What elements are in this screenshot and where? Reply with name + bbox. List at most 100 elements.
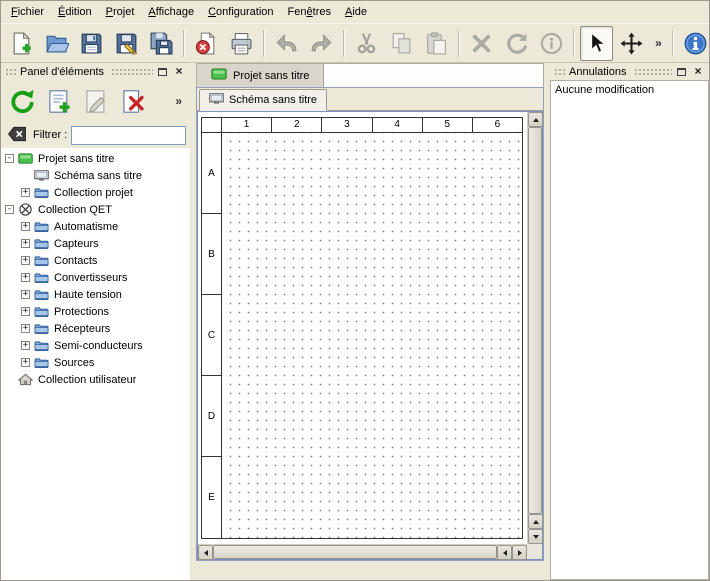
rotate-button[interactable]: [500, 26, 533, 61]
delete-element-button[interactable]: [116, 84, 150, 118]
tree-item-semi-conducteurs[interactable]: +Semi-conducteurs: [1, 337, 190, 354]
toolbar-extension-button[interactable]: »: [650, 26, 667, 61]
scroll-up-button[interactable]: [528, 514, 543, 529]
arrow-left-icon: [503, 550, 507, 556]
scroll-right-button[interactable]: [512, 545, 527, 560]
scroll-up-button[interactable]: [528, 112, 543, 127]
save-all-button[interactable]: [145, 26, 178, 61]
tree-item-label: Collection utilisateur: [38, 374, 136, 386]
about-button[interactable]: [679, 26, 710, 61]
tree-item-label: Capteurs: [54, 238, 99, 250]
tree-item-contacts[interactable]: +Contacts: [1, 252, 190, 269]
info-gray-icon: [539, 31, 564, 56]
menu-fenetres[interactable]: Fenêtres: [281, 3, 338, 21]
vertical-scrollbar[interactable]: [527, 112, 542, 544]
expander-plus-icon[interactable]: +: [21, 341, 30, 350]
dock-buttons: ×: [672, 64, 706, 79]
tree-item-sources[interactable]: +Sources: [1, 354, 190, 371]
tree-item-haute-tension[interactable]: + Haute tension: [1, 286, 190, 303]
folder-icon: [34, 186, 50, 199]
horizontal-scrollbar-thumb[interactable]: [213, 545, 497, 559]
tree-item-label: Schéma sans titre: [54, 170, 142, 182]
column-label: 1: [222, 118, 272, 132]
float-button[interactable]: [673, 64, 689, 79]
diagram-canvas[interactable]: 123456 ABCDE: [198, 112, 527, 544]
tree-item-label: Haute tension: [54, 289, 122, 301]
new-file-button[interactable]: [5, 26, 38, 61]
new-element-icon: [46, 88, 73, 115]
dock-handle[interactable]: [4, 67, 16, 77]
select-arrow-icon: [584, 31, 609, 56]
vertical-scrollbar-thumb[interactable]: [528, 127, 542, 514]
schema-tab-label: Schéma sans titre: [229, 94, 317, 106]
expander-plus-icon[interactable]: +: [21, 239, 30, 248]
expander-plus-icon[interactable]: +: [21, 307, 30, 316]
tree-item-projet-sans-titre[interactable]: -Projet sans titre: [1, 150, 190, 167]
schema-tab[interactable]: Schéma sans titre: [199, 89, 327, 111]
expander-plus-icon[interactable]: +: [21, 256, 30, 265]
grid-area[interactable]: [222, 133, 522, 538]
new-element-button[interactable]: [42, 84, 76, 118]
close-button[interactable]: ×: [171, 64, 187, 79]
tree-item-convertisseurs[interactable]: +Convertisseurs: [1, 269, 190, 286]
element-infos-button[interactable]: [535, 26, 568, 61]
tree-item-schema-sans-titre[interactable]: Schéma sans titre: [1, 167, 190, 184]
mdi-area: Projet sans titre Schéma sans titre: [196, 63, 544, 580]
copy-button[interactable]: [385, 26, 418, 61]
tree-item-automatisme[interactable]: +Automatisme: [1, 218, 190, 235]
delete-icon: [469, 31, 494, 56]
expander-plus-icon[interactable]: +: [21, 188, 30, 197]
panel-toolbar-extension[interactable]: »: [171, 94, 186, 108]
expander-plus-icon[interactable]: +: [21, 273, 30, 282]
undo-button[interactable]: [270, 26, 303, 61]
cut-button[interactable]: [350, 26, 383, 61]
close-file-button[interactable]: [190, 26, 223, 61]
tree-item-collection-projet[interactable]: +Collection projet: [1, 184, 190, 201]
menu-affichage[interactable]: Affichage: [141, 3, 201, 21]
float-button[interactable]: [154, 64, 170, 79]
menu-aide[interactable]: Aide: [338, 3, 374, 21]
expander-plus-icon[interactable]: +: [21, 222, 30, 231]
arrow-right-icon: [518, 550, 522, 556]
scroll-left-button[interactable]: [497, 545, 512, 560]
undo-list[interactable]: Aucune modification: [550, 80, 709, 580]
delete-button[interactable]: [465, 26, 498, 61]
expander-plus-icon[interactable]: +: [21, 358, 30, 367]
scroll-down-button[interactable]: [528, 529, 543, 544]
clear-filter-button[interactable]: [5, 125, 29, 145]
toolbar-separator: [263, 30, 265, 57]
close-button[interactable]: ×: [690, 64, 706, 79]
menu-projet[interactable]: Projet: [99, 3, 142, 21]
tree-item-collection-qet[interactable]: -Collection QET: [1, 201, 190, 218]
dock-handle[interactable]: [553, 67, 565, 77]
elements-panel-toolbar-buttons: [5, 84, 153, 118]
save-as-button[interactable]: [110, 26, 143, 61]
scroll-left-button[interactable]: [198, 545, 213, 560]
elements-tree: -Projet sans titreSchéma sans titre+Coll…: [1, 148, 190, 580]
expander-plus-icon[interactable]: +: [21, 290, 30, 299]
menu-fichier[interactable]: Fichier: [4, 3, 51, 21]
paste-button[interactable]: [420, 26, 453, 61]
dock-handle[interactable]: [633, 67, 673, 77]
dock-handle[interactable]: [110, 67, 153, 77]
tree-item-capteurs[interactable]: + Capteurs: [1, 235, 190, 252]
horizontal-scrollbar[interactable]: [198, 544, 527, 559]
project-tab[interactable]: Projet sans titre: [197, 64, 324, 87]
tree-item-collection-utilisateur[interactable]: Collection utilisateur: [1, 371, 190, 388]
reload-collections-button[interactable]: [5, 84, 39, 118]
filter-input[interactable]: [71, 126, 186, 145]
save-button[interactable]: [75, 26, 108, 61]
menu-edition[interactable]: Édition: [51, 3, 99, 21]
scroll-mode-button[interactable]: [615, 26, 648, 61]
expander-plus-icon[interactable]: +: [21, 324, 30, 333]
edit-element-button[interactable]: [79, 84, 113, 118]
expander-minus-icon[interactable]: -: [5, 154, 14, 163]
open-file-button[interactable]: [40, 26, 73, 61]
expander-minus-icon[interactable]: -: [5, 205, 14, 214]
menu-configuration[interactable]: Configuration: [201, 3, 280, 21]
redo-button[interactable]: [305, 26, 338, 61]
tree-item-recepteurs[interactable]: +Récepteurs: [1, 320, 190, 337]
print-button[interactable]: [225, 26, 258, 61]
tree-item-protections[interactable]: +Protections: [1, 303, 190, 320]
select-mode-button[interactable]: [580, 26, 613, 61]
